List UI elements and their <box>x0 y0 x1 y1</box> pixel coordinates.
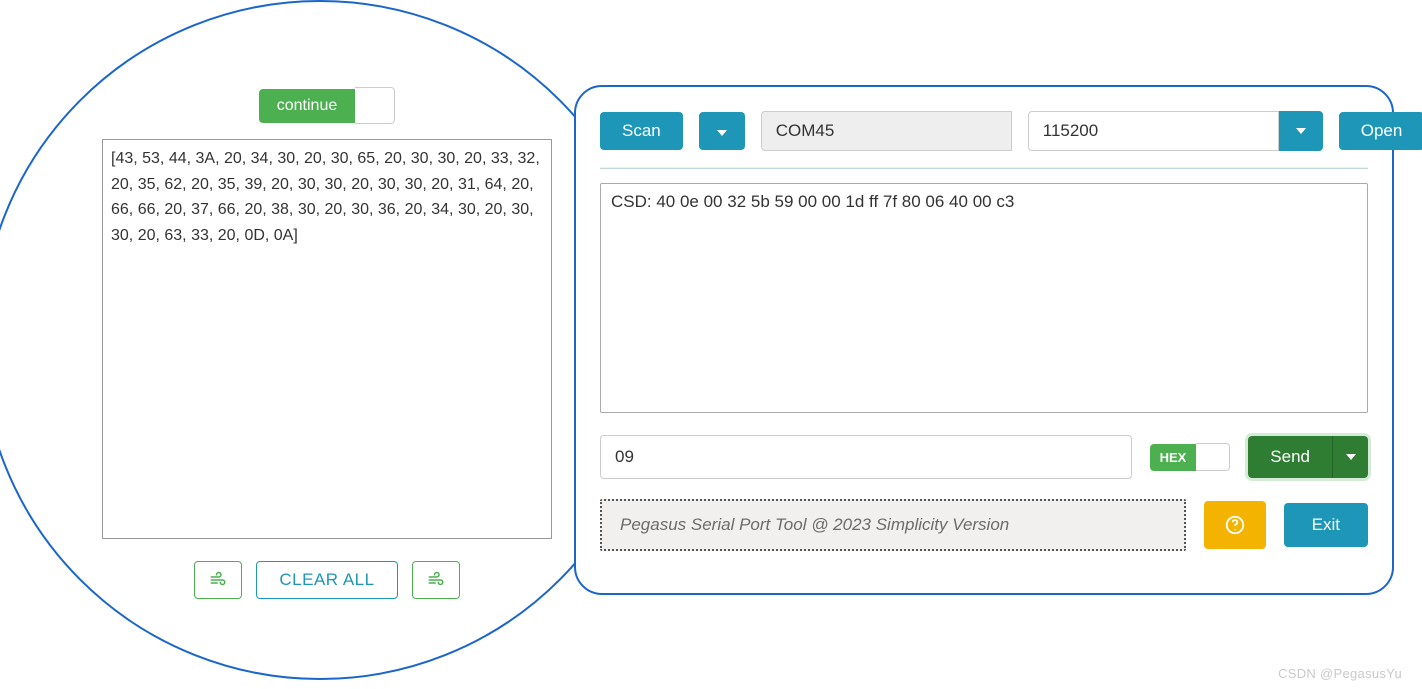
chevron-down-icon <box>1296 128 1306 134</box>
hex-toggle-label: HEX <box>1150 444 1197 471</box>
wind-icon <box>209 571 227 589</box>
serial-monitor-output: CSD: 40 0e 00 32 5b 59 00 00 1d ff 7f 80… <box>600 183 1368 413</box>
baud-rate-field[interactable] <box>1028 111 1279 151</box>
watermark-text: CSDN @PegasusYu <box>1278 666 1402 681</box>
hex-array-output: [43, 53, 44, 3A, 20, 34, 30, 20, 30, 65,… <box>102 139 552 539</box>
send-input[interactable] <box>600 435 1132 479</box>
toolbar-divider <box>600 167 1368 169</box>
exit-button[interactable]: Exit <box>1284 503 1368 547</box>
continue-toggle-blank[interactable] <box>355 87 395 124</box>
send-dropdown[interactable] <box>1332 436 1368 478</box>
com-port-display <box>761 111 1012 151</box>
status-bar: Pegasus Serial Port Tool @ 2023 Simplici… <box>600 499 1186 551</box>
serial-tool-panel: Scan Open Close CSD: 40 0e 00 32 5b 59 0… <box>574 85 1394 595</box>
scan-dropdown-button[interactable] <box>699 112 745 150</box>
com-port-field[interactable] <box>761 111 1012 151</box>
left-panel-circle: continue [43, 53, 44, 3A, 20, 34, 30, 20… <box>0 0 660 680</box>
chevron-down-icon <box>1346 454 1356 460</box>
continue-button[interactable]: continue <box>259 89 356 123</box>
scan-button[interactable]: Scan <box>600 112 683 150</box>
send-button[interactable]: Send <box>1248 436 1332 478</box>
hex-toggle[interactable]: HEX <box>1150 443 1231 471</box>
baud-rate-dropdown[interactable] <box>1279 111 1323 151</box>
right-wind-button[interactable] <box>412 561 460 599</box>
wind-icon <box>427 571 445 589</box>
serial-toolbar: Scan Open Close <box>600 111 1368 151</box>
left-wind-button[interactable] <box>194 561 242 599</box>
help-button[interactable] <box>1204 501 1266 549</box>
hex-toggle-blank <box>1196 443 1230 471</box>
question-circle-icon <box>1224 514 1246 536</box>
continue-toggle-group: continue <box>259 87 396 124</box>
clear-all-button[interactable]: CLEAR ALL <box>256 561 397 599</box>
baud-rate-combo <box>1028 111 1323 151</box>
chevron-down-icon <box>717 130 727 136</box>
open-button[interactable]: Open <box>1339 112 1422 150</box>
